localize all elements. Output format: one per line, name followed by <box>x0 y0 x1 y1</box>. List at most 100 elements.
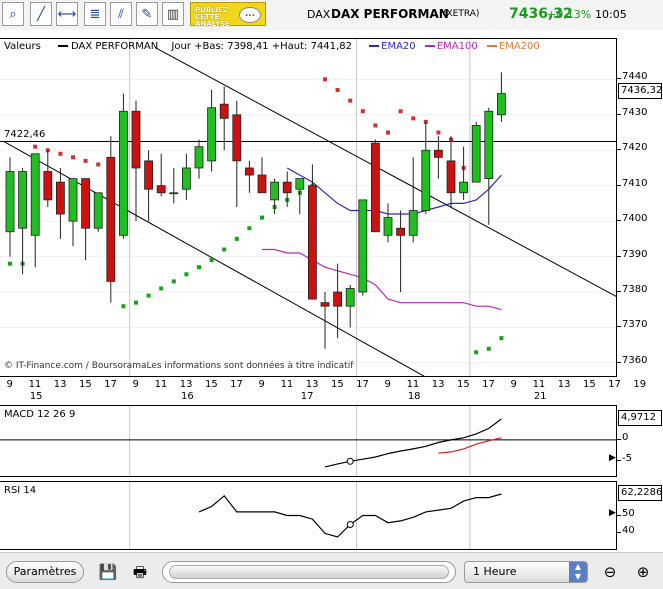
macd-marker <box>346 457 354 465</box>
candle-body <box>282 181 292 194</box>
sar-dot <box>171 279 176 284</box>
sar-dot <box>134 300 138 305</box>
legend-ema200: EMA200 <box>498 41 540 52</box>
sar-dot <box>323 77 327 82</box>
price-chart[interactable] <box>0 39 616 376</box>
price-tick-label: 7440 <box>622 71 648 83</box>
macd-pane[interactable] <box>0 405 617 477</box>
candle-body <box>459 181 469 194</box>
time-tick-label: 11 <box>28 379 42 390</box>
ema100-line <box>262 248 502 311</box>
sar-dot <box>121 304 126 309</box>
instrument-name: DAX PERFORMAN <box>331 7 449 21</box>
pencil-tool-icon[interactable]: ✎ <box>136 2 158 26</box>
legend-ema100: EMA100 <box>436 41 478 52</box>
candle-body <box>169 192 179 195</box>
time-tick-label: 17 <box>356 379 369 390</box>
print-icon[interactable]: 🖶 <box>128 561 152 583</box>
sar-dot <box>71 155 75 160</box>
time-tick-label: 9 <box>258 379 265 390</box>
scrollbar-thumb[interactable] <box>169 565 449 579</box>
day-label: 17 <box>300 391 314 402</box>
candle-body <box>345 288 355 307</box>
candle-body <box>181 167 191 190</box>
price-pane[interactable] <box>0 38 617 377</box>
price-tick-label: 7410 <box>622 177 648 189</box>
price-tick-mark <box>617 78 621 80</box>
time-tick-label: 13 <box>179 379 193 390</box>
rsi-pane[interactable] <box>0 481 617 550</box>
candle-body <box>408 210 418 236</box>
candle-body <box>232 114 242 162</box>
sar-dot <box>474 350 479 355</box>
sar-dot <box>58 151 63 156</box>
price-tick-mark <box>617 220 621 222</box>
macd-title: MACD 12 26 9 <box>4 409 76 420</box>
candle-body <box>333 291 343 307</box>
time-tick-label: 13 <box>431 379 445 390</box>
hline-label: 7422,46 <box>4 129 46 140</box>
zoom-in-icon[interactable]: ⊕ <box>631 561 655 583</box>
price-tick-mark <box>617 184 621 186</box>
candle-body <box>30 153 40 236</box>
zoom-out-icon[interactable]: ⊖ <box>598 561 622 583</box>
time-tick-label: 17 <box>608 379 621 390</box>
candle-body <box>446 160 456 194</box>
price-tick-label: 7390 <box>622 248 648 260</box>
time-axis: 9 11 13 15 17 9 11 13 15 17 9 11 13 15 17 9 11 13 15 17 9 11 1… <box>0 377 647 405</box>
rsi-tick-mark <box>617 532 621 534</box>
save-icon[interactable]: 💾 <box>96 561 120 583</box>
price-change: +0,13% <box>547 8 592 21</box>
sar-dot <box>222 247 227 252</box>
candle-body <box>106 156 116 282</box>
macd-tick-mark <box>617 460 621 462</box>
candle-body <box>43 171 53 201</box>
time-scrollbar[interactable] <box>162 561 456 583</box>
toolbar: ⌕ ╱ ⟷ ≣ ⫽ ✎ ▥ PUBLIEZ CETTE ANALYSE ... … <box>0 0 663 30</box>
time-tick-label: 15 <box>204 379 218 390</box>
price-tick-label: 7420 <box>622 142 648 154</box>
time-tick-label: 9 <box>510 379 517 390</box>
legend-ema20-swatch <box>369 45 380 47</box>
fibonacci-tool-icon[interactable]: ≣ <box>84 2 106 26</box>
rsi-tick-label: 50 <box>622 507 635 519</box>
sar-dot <box>373 123 378 128</box>
sar-dot <box>260 215 264 220</box>
price-tick-mark <box>617 361 621 363</box>
candle-body <box>119 110 128 236</box>
sar-dot <box>436 130 441 135</box>
zoom-tool-icon[interactable]: ⌕ <box>2 2 24 26</box>
sar-dot <box>335 87 340 92</box>
publish-analysis-button[interactable]: PUBLIEZ CETTE ANALYSE ... <box>190 2 266 28</box>
macd-chart[interactable] <box>0 406 616 476</box>
trash-icon[interactable]: ▥ <box>162 2 184 26</box>
day-label: 21 <box>533 391 547 402</box>
time-tick-label: 13 <box>53 379 67 390</box>
candle-body <box>383 217 393 236</box>
candle-body <box>307 185 317 300</box>
sar-dot <box>360 109 365 114</box>
macd-tick-mark <box>617 438 621 440</box>
price-tick-label: 7400 <box>622 213 648 225</box>
candle-body <box>433 149 443 158</box>
price-tick-mark <box>617 291 621 293</box>
line-tool-icon[interactable]: ╱ <box>30 2 52 26</box>
period-select[interactable]: 1 Heure ▲ ▼ <box>464 561 588 583</box>
sar-dot <box>146 293 151 298</box>
sar-dot <box>486 346 491 351</box>
trendline <box>154 47 616 297</box>
sar-dot <box>8 261 12 266</box>
horizontal-line-tool-icon[interactable]: ⟷ <box>56 2 78 26</box>
price-tick-mark <box>617 255 621 257</box>
price-tick-label: 7380 <box>622 284 648 296</box>
parallel-lines-tool-icon[interactable]: ⫽ <box>110 2 132 26</box>
price-tick-mark <box>617 113 621 115</box>
sar-dot <box>33 144 38 149</box>
rsi-chart[interactable] <box>0 482 616 549</box>
macd-pointer-icon: ▶ <box>609 453 616 464</box>
macd-axis: -5 0 4,9712 ▶ <box>609 405 663 477</box>
time-tick-label: 15 <box>330 379 344 390</box>
rsi-value-box: 62,2286 <box>618 484 662 501</box>
candle-body <box>5 171 15 233</box>
parametres-button[interactable]: Paramètres <box>6 561 84 583</box>
